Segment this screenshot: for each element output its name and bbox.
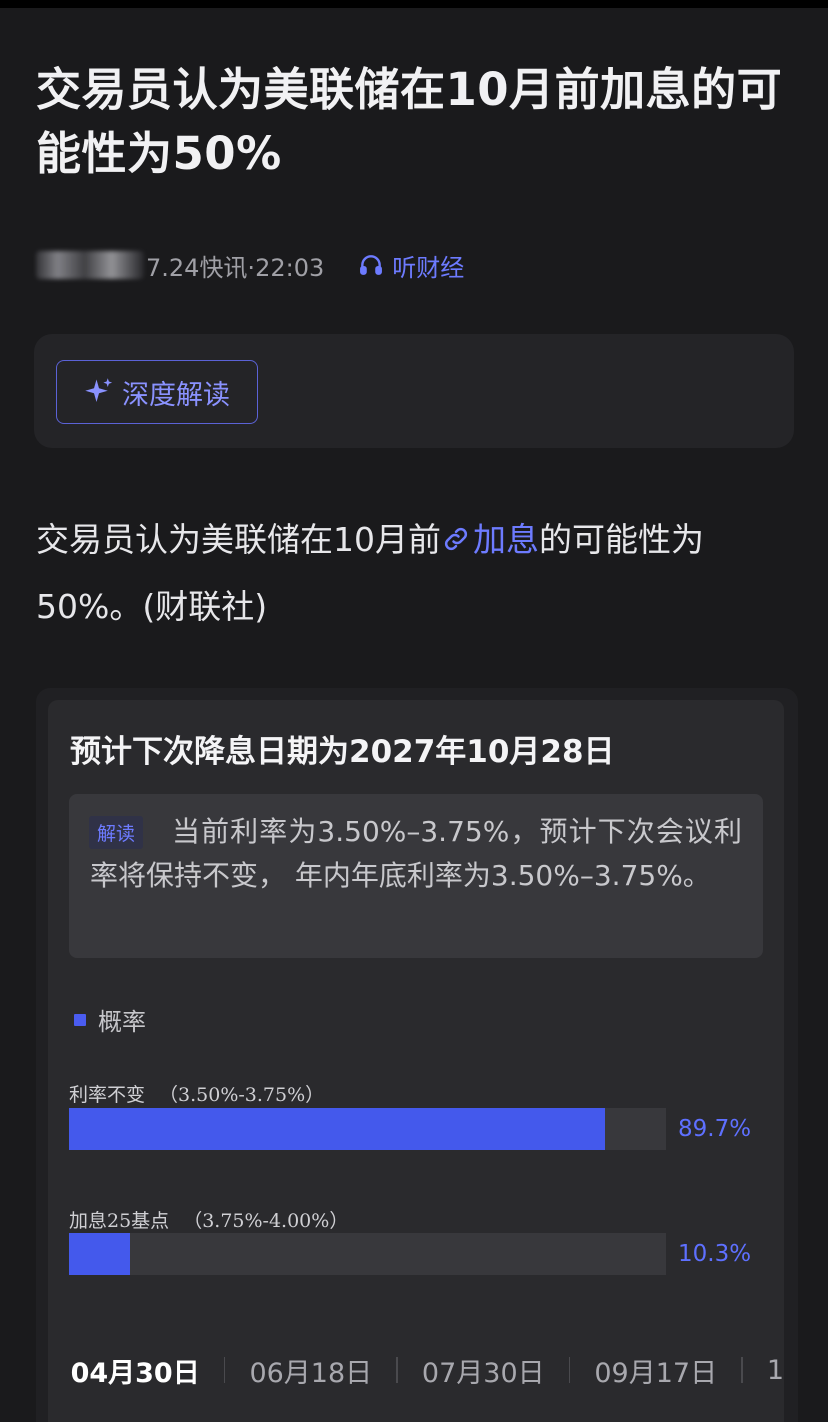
bar-track-unchanged <box>69 1108 666 1150</box>
screen: 交易员认为美联储在10月前加息的可能性为50% 7.24快讯·22:03 听财经… <box>0 0 828 1422</box>
deep-analysis-button[interactable]: 深度解读 <box>56 360 258 424</box>
article-title: 交易员认为美联储在10月前加息的可能性为50% <box>36 63 783 180</box>
bar-fill-unchanged <box>69 1108 605 1150</box>
deep-analysis-label: 深度解读 <box>122 379 230 411</box>
widget-title: 预计下次降息日期为2027年10月28日 <box>70 734 615 770</box>
listen-label: 听财经 <box>392 253 465 282</box>
rate-hike-link[interactable]: 加息 <box>441 520 539 559</box>
bar-track-hike-25bp <box>69 1233 666 1275</box>
rate-probability-widget: 预计下次降息日期为2027年10月28日 解读 当前利率为3.50%–3.75%… <box>48 700 784 1422</box>
interpretation-text: 当前利率为3.50%–3.75%，预计下次会议利率将保持不变， 年内年底利率为3… <box>90 815 742 892</box>
date-tab-0430[interactable]: 04月30日 <box>71 1351 200 1390</box>
bar-percent-hike-25bp: 10.3% <box>678 1241 752 1267</box>
meeting-date-tabs: 04月30日 06月18日 07月30日 09月17日 1 <box>48 1350 784 1390</box>
bar-name: 加息25基点 <box>69 1210 170 1232</box>
bar-range: （3.75%-4.00%） <box>183 1210 349 1232</box>
body-text-start: 交易员认为美联储在10月前 <box>36 520 441 559</box>
bar-percent-unchanged: 89.7% <box>678 1116 752 1142</box>
link-icon <box>444 527 468 551</box>
headphones-icon <box>360 255 383 275</box>
redacted-source <box>36 251 144 279</box>
tab-divider <box>568 1357 571 1383</box>
tab-divider <box>223 1357 226 1383</box>
bar-label-hike-25bp: 加息25基点 （3.75%-4.00%） <box>69 1206 348 1233</box>
tab-divider <box>396 1357 398 1383</box>
ai-insight-card: 深度解读 <box>34 334 794 448</box>
interpretation-box: 解读 当前利率为3.50%–3.75%，预计下次会议利率将保持不变， 年内年底利… <box>69 794 763 958</box>
article-body: 交易员认为美联储在10月前 加息的可能性为50%。(财联社) <box>36 506 808 640</box>
listen-button[interactable]: 听财经 <box>358 248 464 283</box>
bar-label-unchanged: 利率不变 （3.50%-3.75%） <box>69 1080 324 1107</box>
tab-divider <box>741 1357 743 1383</box>
legend-swatch <box>74 1013 86 1026</box>
meta-source-time: 7.24快讯·22:03 <box>146 253 325 282</box>
bar-name: 利率不变 <box>69 1084 146 1106</box>
legend-label: 概率 <box>98 1008 146 1036</box>
date-tab-0917[interactable]: 09月17日 <box>594 1351 717 1390</box>
rate-hike-link-text: 加息 <box>473 520 539 559</box>
date-tab-next[interactable]: 1 <box>767 1355 784 1386</box>
bar-fill-hike-25bp <box>69 1233 131 1275</box>
date-tab-0730[interactable]: 07月30日 <box>422 1351 545 1390</box>
sparkle-icon <box>85 378 113 402</box>
chart-legend: 概率 <box>74 1002 146 1037</box>
bar-range: （3.50%-3.75%） <box>159 1084 325 1106</box>
date-tab-0618[interactable]: 06月18日 <box>249 1351 372 1390</box>
article-meta: 7.24快讯·22:03 听财经 <box>36 247 736 283</box>
status-bar-band <box>0 0 828 8</box>
